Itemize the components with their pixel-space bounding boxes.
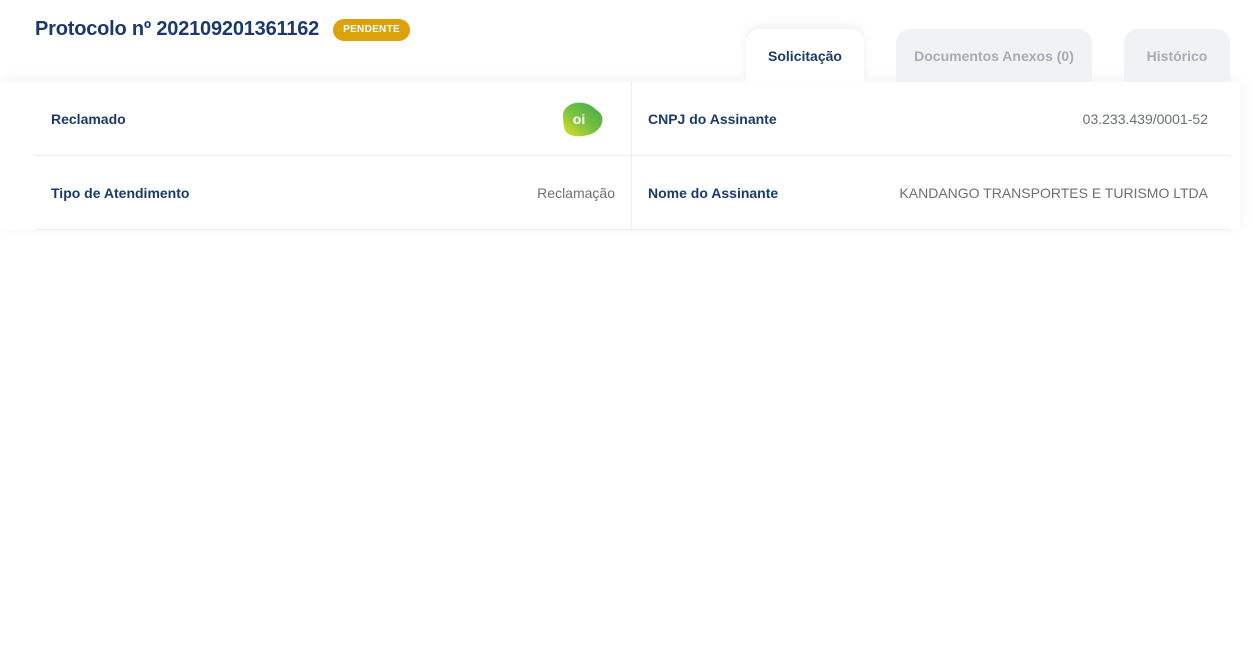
nome-assinante-row: Nome do Assinante KANDANGO TRANSPORTES E…	[632, 156, 1230, 230]
cnpj-label: CNPJ do Assinante	[648, 110, 777, 127]
oi-logo-icon: oi	[562, 102, 603, 136]
nome-assinante-value: KANDANGO TRANSPORTES E TURISMO LTDA	[899, 184, 1208, 201]
nome-assinante-label: Nome do Assinante	[648, 184, 779, 201]
details-card: Reclamado oi CNPJ do Assinante 03.233.43…	[0, 82, 1240, 230]
details-grid: Reclamado oi CNPJ do Assinante 03.233.43…	[35, 82, 1230, 230]
tab-solicitacao[interactable]: Solicitação	[746, 29, 864, 82]
cnpj-row: CNPJ do Assinante 03.233.439/0001-52	[632, 82, 1230, 156]
tab-documentos-anexos[interactable]: Documentos Anexos (0)	[896, 29, 1092, 82]
tab-historico[interactable]: Histórico	[1124, 29, 1230, 82]
cnpj-value: 03.233.439/0001-52	[1082, 110, 1208, 127]
tipo-atendimento-row: Tipo de Atendimento Reclamação	[35, 156, 632, 230]
reclamado-row: Reclamado oi	[35, 82, 632, 156]
tipo-atendimento-value: Reclamação	[537, 184, 615, 201]
page-header: Protocolo nº 202109201361162 PENDENTE	[35, 18, 410, 41]
oi-logo-text: oi	[573, 111, 585, 127]
reclamado-label: Reclamado	[51, 110, 126, 127]
tipo-atendimento-label: Tipo de Atendimento	[51, 184, 190, 201]
status-badge: PENDENTE	[333, 18, 410, 41]
page-title: Protocolo nº 202109201361162	[35, 18, 320, 40]
page: Protocolo nº 202109201361162 PENDENTE Re…	[0, 0, 1253, 648]
